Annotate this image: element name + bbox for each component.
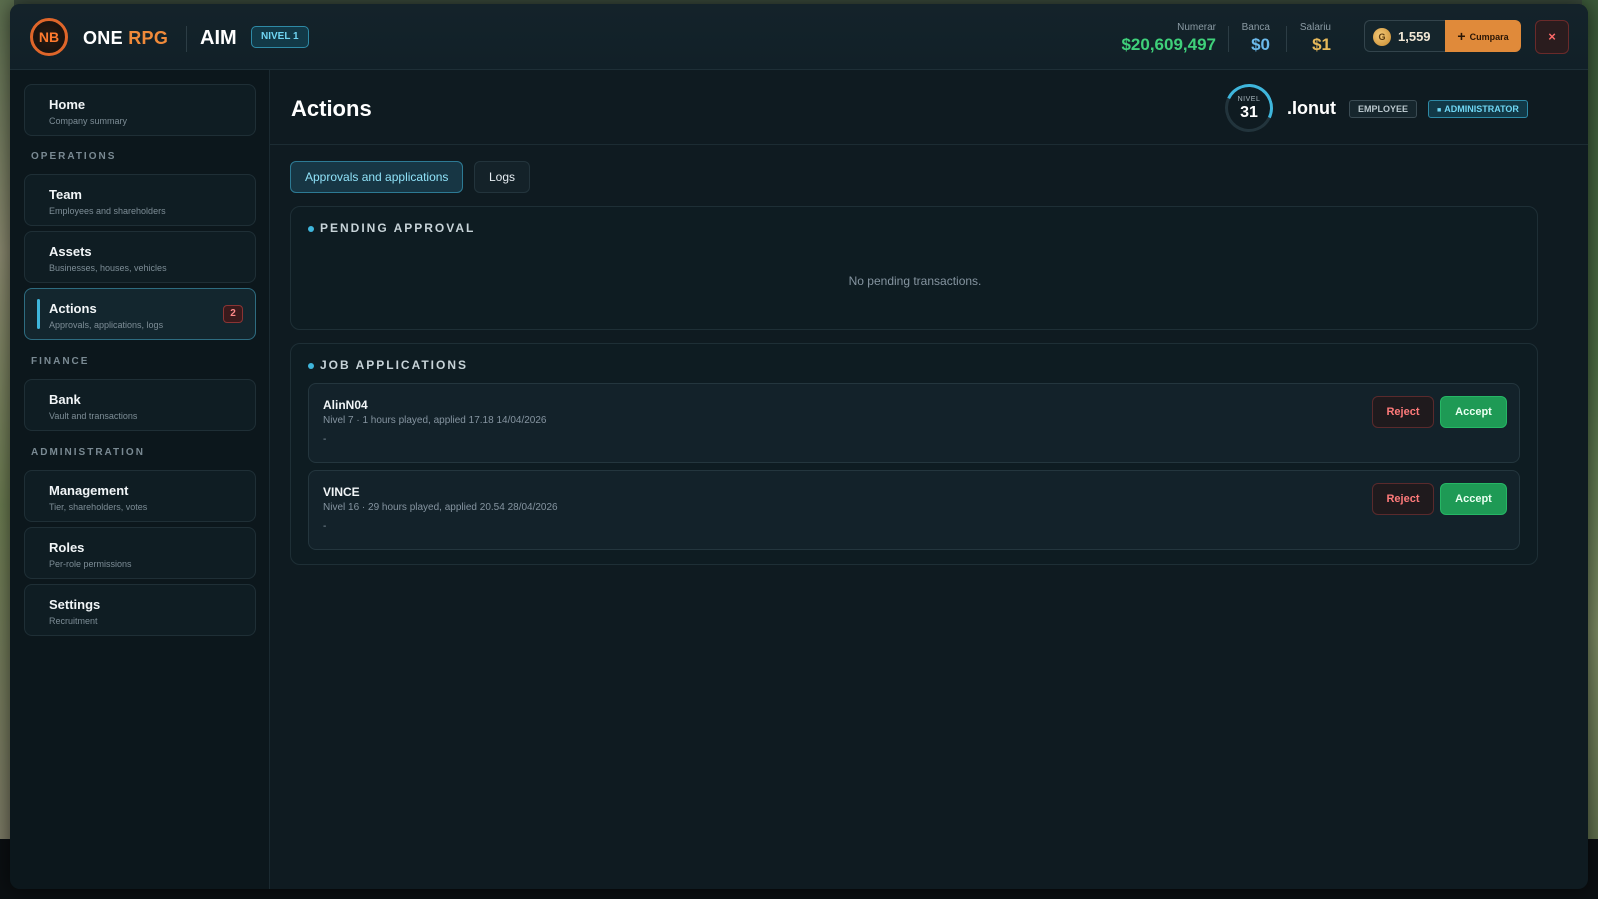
company-name: AIM <box>200 27 237 49</box>
company-level-badge: NIVEL 1 <box>251 26 309 48</box>
sidebar: Home Company summary OPERATIONS Team Emp… <box>10 70 270 889</box>
shield-icon: ■ <box>1437 107 1442 114</box>
pending-approval-card: PENDING APPROVAL No pending transactions… <box>290 206 1538 330</box>
empty-state-message: No pending transactions. <box>848 274 982 288</box>
sidebar-item-title: Bank <box>49 392 81 407</box>
stat-banca: Banca $0 <box>1242 22 1270 55</box>
sidebar-item-home[interactable]: Home Company summary <box>24 84 256 136</box>
accept-button[interactable]: Accept <box>1440 396 1507 428</box>
coin-value: 1,559 <box>1398 29 1431 44</box>
coin-balance: G 1,559 <box>1364 20 1446 52</box>
sidebar-item-title: Team <box>49 187 82 202</box>
header-divider <box>186 26 187 52</box>
stat-salariu: Salariu $1 <box>1300 22 1331 55</box>
username: .Ionut <box>1287 98 1336 118</box>
user-level-label: NIVEL <box>1237 96 1261 103</box>
list-item: AlinN04 Nivel 7 · 1 hours played, applie… <box>308 383 1520 463</box>
sidebar-item-subtitle: Tier, shareholders, votes <box>49 502 148 512</box>
sidebar-item-subtitle: Recruitment <box>49 616 98 626</box>
plus-icon: + <box>1457 28 1466 44</box>
role-badge-administrator: ■ ADMINISTRATOR <box>1428 100 1528 118</box>
stat-divider <box>1286 26 1287 52</box>
section-label-operations: OPERATIONS <box>31 151 117 162</box>
pending-count-badge: 2 <box>223 305 243 323</box>
user-level: NIVEL 31 <box>1225 84 1273 132</box>
sidebar-item-title: Assets <box>49 244 92 259</box>
tab-approvals[interactable]: Approvals and applications <box>290 161 464 193</box>
role-badge-employee: EMPLOYEE <box>1349 100 1418 118</box>
top-bar: NB ONE RPG AIM NIVEL 1 Numerar $20,609,4… <box>10 4 1588 70</box>
sidebar-item-team[interactable]: Team Employees and shareholders <box>24 174 256 226</box>
applicant-note: - <box>323 521 327 532</box>
buy-coins-button[interactable]: + Cumpara <box>1445 20 1521 52</box>
page-title: Actions <box>291 96 372 121</box>
stat-divider <box>1228 26 1229 52</box>
section-dot-icon <box>308 363 314 369</box>
reject-button[interactable]: Reject <box>1372 396 1434 428</box>
sidebar-item-actions[interactable]: Actions Approvals, applications, logs 2 <box>24 288 256 340</box>
company-app-window: NB ONE RPG AIM NIVEL 1 Numerar $20,609,4… <box>10 4 1588 889</box>
brand-name: ONE RPG <box>83 28 168 49</box>
sidebar-item-management[interactable]: Management Tier, shareholders, votes <box>24 470 256 522</box>
job-applications-card: JOB APPLICATIONS AlinN04 Nivel 7 · 1 hou… <box>290 343 1538 565</box>
pending-approval-title: PENDING APPROVAL <box>320 221 476 235</box>
sidebar-item-assets[interactable]: Assets Businesses, houses, vehicles <box>24 231 256 283</box>
sidebar-item-subtitle: Company summary <box>49 116 128 126</box>
applicant-meta: Nivel 7 · 1 hours played, applied 17.18 … <box>323 415 547 426</box>
stat-salariu-label: Salariu <box>1299 22 1331 33</box>
section-label-administration: ADMINISTRATION <box>31 447 145 458</box>
list-item: VINCE Nivel 16 · 29 hours played, applie… <box>308 470 1520 550</box>
sidebar-item-subtitle: Employees and shareholders <box>49 206 166 216</box>
sidebar-item-title: Actions <box>49 301 97 316</box>
sidebar-item-title: Management <box>49 483 129 498</box>
main-content: Actions NIVEL 31 .Ionut EMPLOYEE ■ ADMINI… <box>270 70 1588 889</box>
close-button[interactable]: × <box>1535 20 1569 54</box>
sidebar-item-title: Settings <box>49 597 101 612</box>
applicant-meta: Nivel 16 · 29 hours played, applied 20.5… <box>323 502 558 513</box>
sidebar-item-subtitle: Vault and transactions <box>49 411 138 421</box>
sidebar-item-subtitle: Per-role permissions <box>49 559 132 569</box>
brand-rpg: RPG <box>128 28 169 48</box>
job-applications-title: JOB APPLICATIONS <box>320 358 469 372</box>
stat-numerar: Numerar $20,609,497 <box>1121 22 1216 55</box>
sidebar-item-title: Roles <box>49 540 85 555</box>
sidebar-item-bank[interactable]: Bank Vault and transactions <box>24 379 256 431</box>
role-admin-label: ADMINISTRATOR <box>1444 104 1519 114</box>
stat-banca-value: $0 <box>1251 35 1270 54</box>
applicant-name: VINCE <box>323 485 360 499</box>
header-divider <box>270 144 1588 145</box>
active-indicator <box>37 299 40 329</box>
stat-banca-label: Banca <box>1241 22 1270 33</box>
stat-numerar-value: $20,609,497 <box>1121 35 1216 54</box>
sidebar-item-settings[interactable]: Settings Recruitment <box>24 584 256 636</box>
applicant-note: - <box>323 434 327 445</box>
coin-icon: G <box>1373 28 1391 46</box>
sidebar-item-roles[interactable]: Roles Per-role permissions <box>24 527 256 579</box>
reject-button[interactable]: Reject <box>1372 483 1434 515</box>
sidebar-item-title: Home <box>49 97 86 112</box>
sidebar-item-subtitle: Approvals, applications, logs <box>49 320 164 330</box>
tab-logs[interactable]: Logs <box>474 161 531 193</box>
stat-numerar-label: Numerar <box>1177 22 1216 33</box>
close-icon: × <box>1548 29 1556 44</box>
stat-salariu-value: $1 <box>1312 35 1331 54</box>
sidebar-item-subtitle: Businesses, houses, vehicles <box>49 263 167 273</box>
user-level-value: 31 <box>1240 104 1258 121</box>
applicant-name: AlinN04 <box>323 398 368 412</box>
brand-one: ONE <box>83 28 123 48</box>
brand-logo-icon: NB <box>30 18 68 56</box>
section-dot-icon <box>308 226 314 232</box>
accept-button[interactable]: Accept <box>1440 483 1507 515</box>
buy-label: Cumpara <box>1469 32 1509 42</box>
section-label-finance: FINANCE <box>31 356 90 367</box>
